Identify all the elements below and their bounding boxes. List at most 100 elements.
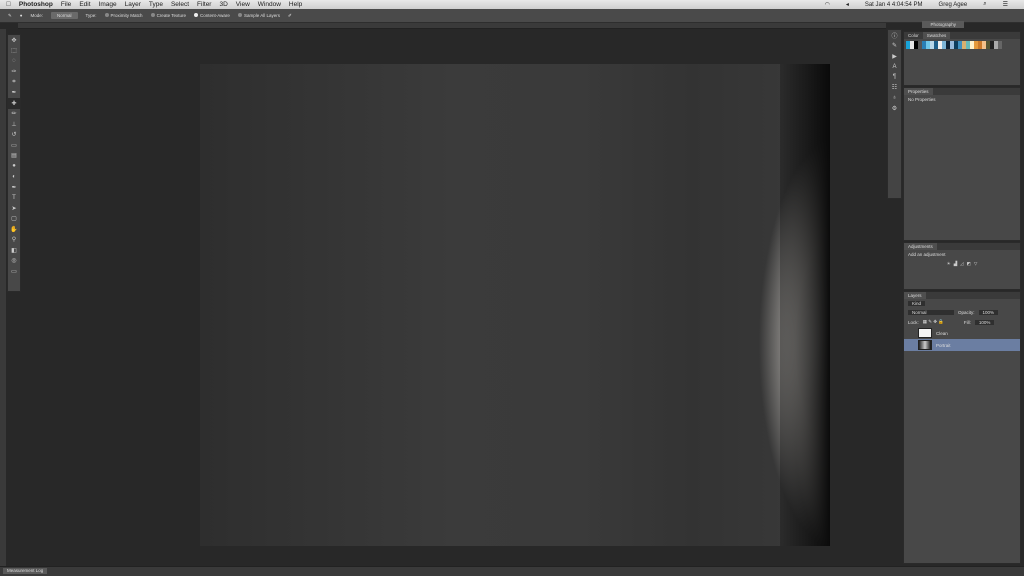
ruler-vertical: [0, 29, 6, 566]
history-icon[interactable]: ☷: [888, 83, 901, 94]
gradient-tool-icon[interactable]: ▤: [8, 151, 20, 162]
status-bar: [0, 566, 1024, 576]
color-swatch-icon[interactable]: ◧: [8, 245, 20, 256]
eyedropper-tool-icon[interactable]: ✒: [8, 88, 20, 99]
color-swatch[interactable]: [998, 45, 1002, 49]
fill-label: Fill:: [963, 319, 971, 325]
workspace-select[interactable]: Photography: [922, 21, 964, 28]
brush-preset-icon[interactable]: ●: [20, 13, 23, 18]
tab-swatches[interactable]: Swatches: [922, 32, 951, 39]
adjustments-panel: Adjustments Add an adjustment ☀ ▟ ◿ ◩ ▽: [903, 242, 1021, 290]
exposure-icon[interactable]: ◩: [967, 261, 971, 267]
volume-icon[interactable]: ◂: [846, 1, 849, 8]
layer-row[interactable]: Clean: [904, 327, 1020, 339]
brush-tool-icon[interactable]: ✏: [8, 109, 20, 120]
layer-thumbnail: [918, 340, 932, 350]
vibrance-icon[interactable]: ▽: [974, 261, 977, 267]
levels-icon[interactable]: ▟: [954, 261, 957, 267]
tab-adjustments[interactable]: Adjustments: [904, 243, 937, 250]
image-shadow: [780, 64, 830, 546]
hand-tool-icon[interactable]: ✋: [8, 224, 20, 235]
lock-label: Lock:: [908, 319, 919, 325]
layer-name: Clean: [936, 330, 948, 336]
marquee-tool-icon[interactable]: ⬚: [8, 46, 20, 57]
opacity-field[interactable]: 100%: [978, 310, 999, 315]
shape-tool-icon[interactable]: ▢: [8, 214, 20, 225]
blend-mode-select[interactable]: Normal: [908, 310, 954, 315]
sample-all-checkbox[interactable]: Sample All Layers: [237, 13, 280, 18]
apple-icon[interactable]: : [6, 1, 11, 8]
menu-file[interactable]: File: [61, 1, 71, 8]
no-properties: No Properties: [908, 97, 936, 102]
tab-color[interactable]: Color: [904, 32, 923, 39]
zoom-tool-icon[interactable]: ⚲: [8, 235, 20, 246]
app-menu[interactable]: Photoshop: [19, 1, 53, 8]
options-bar: ✎ ● Mode: Normal Type: Proximity Match C…: [0, 9, 1024, 28]
info-icon[interactable]: ⓘ: [888, 30, 901, 41]
tool-presets-icon[interactable]: ⚙: [888, 104, 901, 115]
healing-tool-icon[interactable]: ✚: [8, 98, 20, 109]
menu-window[interactable]: Window: [258, 1, 281, 8]
spot-healing-icon[interactable]: ✎: [8, 13, 12, 19]
brightness-icon[interactable]: ☀: [947, 261, 951, 267]
curves-icon[interactable]: ◿: [960, 261, 963, 267]
add-adjustment-label: Add an adjustment: [908, 252, 946, 257]
clock[interactable]: Sat Jan 4 4:04:54 PM: [865, 2, 923, 8]
menu-filter[interactable]: Filter: [197, 1, 211, 8]
character-icon[interactable]: A: [888, 62, 901, 73]
fill-field[interactable]: 100%: [974, 319, 995, 325]
tab-properties[interactable]: Properties: [904, 88, 933, 95]
opacity-label: Opacity:: [958, 310, 975, 315]
type-label: Type:: [85, 13, 97, 18]
lasso-tool-icon[interactable]: ◌: [8, 56, 20, 67]
wifi-icon[interactable]: ◠: [825, 1, 830, 8]
pen-tool-icon[interactable]: ✒: [8, 182, 20, 193]
screen-mode-icon[interactable]: ▭: [8, 266, 20, 277]
menu-type[interactable]: Type: [149, 1, 163, 8]
type-tool-icon[interactable]: T: [8, 193, 20, 204]
menu-layer[interactable]: Layer: [125, 1, 141, 8]
crop-tool-icon[interactable]: ⌗: [8, 77, 20, 88]
layer-thumbnail: [918, 328, 932, 338]
history-brush-icon[interactable]: ↺: [8, 130, 20, 141]
path-select-icon[interactable]: ➤: [8, 203, 20, 214]
tab-layers[interactable]: Layers: [904, 292, 926, 299]
stamp-tool-icon[interactable]: ⊥: [8, 119, 20, 130]
tools-panel: ✥ ⬚ ◌ ✑ ⌗ ✒ ✚ ✏ ⊥ ↺ ▭ ▤ ● ◐ ✒ T ➤ ▢ ✋ ⚲ …: [7, 34, 21, 292]
menu-view[interactable]: View: [236, 1, 250, 8]
quick-mask-icon[interactable]: ◎: [8, 256, 20, 267]
layers-panel: Layers Kind Normal Opacity: 100% Lock: ▦ ✎ …: [903, 291, 1021, 564]
mode-select[interactable]: Normal: [51, 12, 78, 19]
lock-icons[interactable]: ▦ ✎ ✥ 🔒: [923, 319, 944, 325]
move-tool-icon[interactable]: ✥: [8, 35, 20, 46]
menu-image[interactable]: Image: [99, 1, 117, 8]
quick-select-tool-icon[interactable]: ✑: [8, 67, 20, 78]
brush-panel-icon[interactable]: ✎: [888, 41, 901, 52]
content-aware-radio[interactable]: Content-Aware: [194, 13, 230, 18]
menu-help[interactable]: Help: [289, 1, 302, 8]
list-icon[interactable]: ☰: [1003, 1, 1008, 8]
pressure-icon[interactable]: ✐: [288, 13, 292, 19]
mode-label: Mode:: [30, 13, 44, 18]
proximity-radio[interactable]: Proximity Match: [104, 13, 143, 18]
menu-3d[interactable]: 3D: [219, 1, 227, 8]
blur-tool-icon[interactable]: ●: [8, 161, 20, 172]
measurement-log-tab[interactable]: Measurement Log: [3, 568, 48, 574]
eraser-tool-icon[interactable]: ▭: [8, 140, 20, 151]
document-image[interactable]: [200, 64, 830, 546]
search-icon[interactable]: ⌕: [983, 1, 986, 8]
actions-icon[interactable]: ▶: [888, 51, 901, 62]
swatches-panel: Color Swatches: [903, 31, 1021, 86]
texture-radio[interactable]: Create Texture: [150, 13, 186, 18]
clone-source-icon[interactable]: ♁: [888, 93, 901, 104]
menu-edit[interactable]: Edit: [79, 1, 90, 8]
status-area: ◠ ◂ Sat Jan 4 4:04:54 PM Greg Agee ⌕ ☰: [825, 0, 1016, 9]
dodge-tool-icon[interactable]: ◐: [8, 172, 20, 183]
paragraph-icon[interactable]: ¶: [888, 72, 901, 83]
panel-icon-strip: ⓘ ✎ ▶ A ¶ ☷ ♁ ⚙: [887, 29, 902, 199]
menu-bar:  Photoshop File Edit Image Layer Type S…: [0, 0, 1024, 9]
kind-filter[interactable]: Kind: [908, 301, 926, 306]
layer-row-selected[interactable]: Portrait: [904, 339, 1020, 351]
user-name[interactable]: Greg Agee: [939, 2, 968, 8]
menu-select[interactable]: Select: [171, 1, 189, 8]
